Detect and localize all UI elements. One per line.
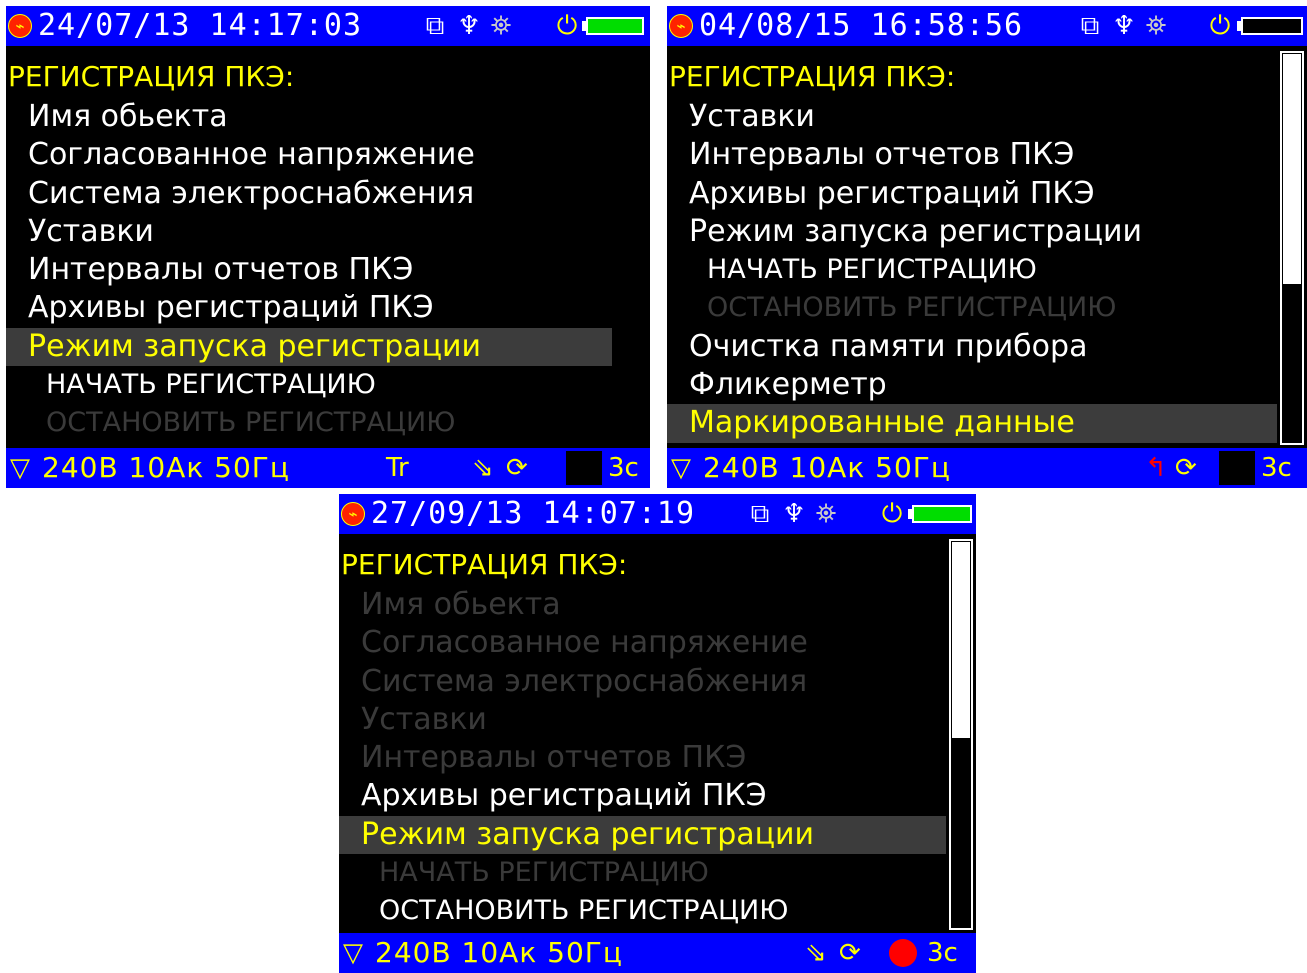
device-screen-3: ⌁ 27/09/13 14:07:19 ⧉ ♆ ⛯ ⏻ РЕГИСТРАЦИЯ … xyxy=(339,494,976,973)
menu-item-start-registration[interactable]: НАЧАТЬ РЕГИСТРАЦИЮ xyxy=(667,251,1277,289)
menu-item-power-system[interactable]: Система электроснабжения xyxy=(6,175,650,213)
menu-item-settings[interactable]: Уставки xyxy=(667,98,1277,136)
logo-icon: ⌁ xyxy=(341,502,365,526)
menu-item-agreed-voltage: Согласованное напряжение xyxy=(361,625,808,661)
phase-rotation-icon: ⇘ xyxy=(472,453,494,483)
menu-item-flickermeter[interactable]: Фликерметр xyxy=(667,366,1277,404)
logo-icon: ⌁ xyxy=(8,14,32,38)
battery-icon xyxy=(912,505,972,523)
datetime: 24/07/13 14:17:03 xyxy=(38,8,363,43)
menu-item-marked-data[interactable]: Маркированные данные xyxy=(667,404,1277,443)
scrollbar[interactable] xyxy=(949,539,973,930)
logo-icon: ⌁ xyxy=(669,14,693,38)
menu-item-stop-registration[interactable]: ОСТАНОВИТЬ РЕГИСТРАЦИЮ xyxy=(339,892,946,930)
datetime: 27/09/13 14:07:19 xyxy=(371,496,696,531)
gps-icon: ⛯ xyxy=(490,11,512,41)
menu-item-start-mode[interactable]: Режим запуска регистрации xyxy=(667,213,1277,251)
menu-item-agreed-voltage[interactable]: Согласованное напряжение xyxy=(6,136,650,174)
interval-label: 3с xyxy=(608,453,639,483)
pc-link-icon: ⧉ xyxy=(750,499,770,529)
phase-triangle-icon: ▽ xyxy=(343,938,363,968)
menu-title: РЕГИСТРАЦИЯ ПКЭ: xyxy=(341,548,628,581)
refresh-icon: ⟳ xyxy=(839,938,861,968)
bottom-status-bar: ▽ 240В 10Ак 50Гц ↰ ⟳ 3с xyxy=(667,448,1307,488)
menu-item-power-system: Система электроснабжения xyxy=(361,663,808,699)
menu-item-stop-registration: ОСТАНОВИТЬ РЕГИСТРАЦИЮ xyxy=(707,292,1117,324)
menu-item-object-name[interactable]: Имя обьекта xyxy=(6,98,650,136)
phase-triangle-icon: ▽ xyxy=(671,453,691,483)
top-status-bar: ⌁ 24/07/13 14:17:03 ⧉ ♆ ⛯ ⏻ xyxy=(6,6,650,46)
menu-list: Уставки Интервалы отчетов ПКЭ Архивы рег… xyxy=(667,98,1277,443)
device-screen-2: ⌁ 04/08/15 16:58:56 ⧉ ♆ ⛯ ⏻ РЕГИСТРАЦИЯ … xyxy=(667,6,1307,488)
bottom-status-bar: ▽ 240В 10Ак 50Гц ⇘ ⟳ 3с xyxy=(339,933,976,973)
menu-item-report-intervals[interactable]: Интервалы отчетов ПКЭ xyxy=(667,136,1277,174)
usb-icon: ♆ xyxy=(782,499,806,529)
gps-icon: ⛯ xyxy=(815,499,837,529)
datetime: 04/08/15 16:58:56 xyxy=(699,8,1024,43)
trigger-label: Tr xyxy=(386,453,409,483)
scrollbar-thumb[interactable] xyxy=(952,542,970,738)
menu-item-start-registration[interactable]: НАЧАТЬ РЕГИСТРАЦИЮ xyxy=(6,366,650,404)
pc-link-icon: ⧉ xyxy=(1080,11,1100,41)
menu-item-stop-registration: ОСТАНОВИТЬ РЕГИСТРАЦИЮ xyxy=(46,407,456,439)
menu-item-object-name: Имя обьекта xyxy=(361,587,561,622)
phase-rotation-icon: ↰ xyxy=(1145,453,1167,483)
menu-title: РЕГИСТРАЦИЯ ПКЭ: xyxy=(669,60,956,93)
refresh-icon: ⟳ xyxy=(1175,453,1197,483)
power-plug-icon: ⏻ xyxy=(556,11,578,41)
usb-icon: ♆ xyxy=(1112,11,1136,41)
gps-icon: ⛯ xyxy=(1145,11,1167,41)
menu-item-archives[interactable]: Архивы регистраций ПКЭ xyxy=(667,175,1277,213)
interval-label: 3с xyxy=(927,938,958,968)
menu-item-archives[interactable]: Архивы регистраций ПКЭ xyxy=(6,289,650,327)
menu-title: РЕГИСТРАЦИЯ ПКЭ: xyxy=(8,60,295,93)
interval-label: 3с xyxy=(1261,453,1292,483)
usb-icon: ♆ xyxy=(457,11,481,41)
top-status-bar: ⌁ 27/09/13 14:07:19 ⧉ ♆ ⛯ ⏻ xyxy=(339,494,976,534)
measure-params: 240В 10Ак 50Гц xyxy=(375,936,623,969)
scrollbar[interactable] xyxy=(1280,51,1304,445)
measure-params: 240В 10Ак 50Гц xyxy=(703,451,951,484)
phase-rotation-icon: ⇘ xyxy=(805,938,827,968)
pc-link-icon: ⧉ xyxy=(425,11,445,41)
battery-icon xyxy=(1241,17,1303,35)
bottom-status-bar: ▽ 240В 10Ак 50Гц Tr ⇘ ⟳ 3с xyxy=(6,448,650,488)
menu-list: Имя обьекта Согласованное напряжение Сис… xyxy=(6,98,650,443)
menu-item-start-registration: НАЧАТЬ РЕГИСТРАЦИЮ xyxy=(379,857,709,889)
phase-triangle-icon: ▽ xyxy=(10,453,30,483)
menu-item-settings: Уставки xyxy=(361,701,487,737)
scrollbar-thumb[interactable] xyxy=(1283,54,1301,284)
menu-item-settings[interactable]: Уставки xyxy=(6,213,650,251)
menu-item-start-mode[interactable]: Режим запуска регистрации xyxy=(6,327,612,367)
battery-icon xyxy=(586,17,644,35)
power-plug-icon: ⏻ xyxy=(1209,11,1231,41)
menu-item-start-mode[interactable]: Режим запуска регистрации xyxy=(339,815,946,855)
menu-item-report-intervals[interactable]: Интервалы отчетов ПКЭ xyxy=(6,251,650,289)
recording-dot-icon xyxy=(889,939,917,967)
refresh-icon: ⟳ xyxy=(506,453,528,483)
menu-item-report-intervals: Интервалы отчетов ПКЭ xyxy=(361,740,747,776)
measure-params: 240В 10Ак 50Гц xyxy=(42,451,290,484)
power-plug-icon: ⏻ xyxy=(881,499,903,529)
menu-list: Имя обьекта Согласованное напряжение Сис… xyxy=(339,586,946,931)
top-status-bar: ⌁ 04/08/15 16:58:56 ⧉ ♆ ⛯ ⏻ xyxy=(667,6,1307,46)
device-screen-1: ⌁ 24/07/13 14:17:03 ⧉ ♆ ⛯ ⏻ РЕГИСТРАЦИЯ … xyxy=(6,6,650,488)
menu-item-clear-memory[interactable]: Очистка памяти прибора xyxy=(667,328,1277,366)
menu-item-archives[interactable]: Архивы регистраций ПКЭ xyxy=(339,777,946,815)
